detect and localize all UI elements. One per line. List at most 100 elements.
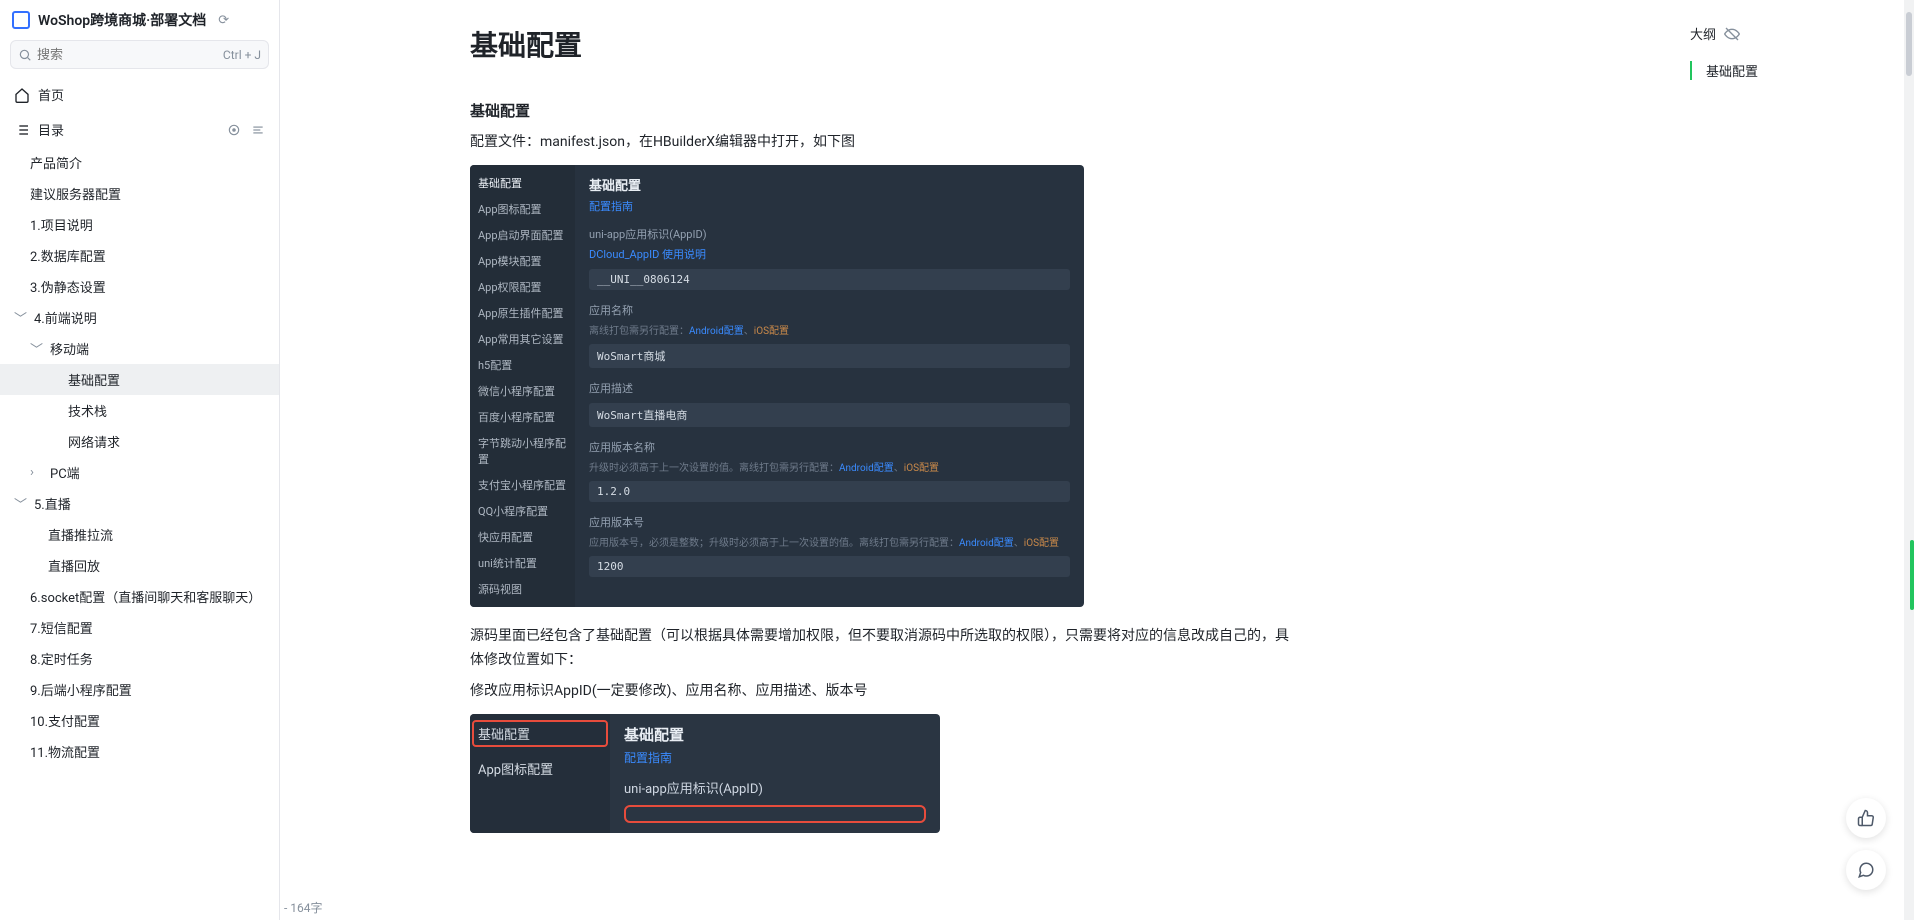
sidebar-item[interactable]: 2.数据库配置	[0, 240, 279, 271]
sidebar-item[interactable]: 10.支付配置	[0, 705, 279, 736]
shot1-left-item: App启动界面配置	[478, 227, 567, 243]
sidebar-item-label: 网络请求	[68, 432, 120, 451]
content-scroll[interactable]: 基础配置 基础配置 配置文件：manifest.json，在HBuilderX编…	[280, 0, 1674, 920]
shot1-appname-value: WoSmart商城	[589, 344, 1070, 368]
sidebar-item-label: 直播回放	[48, 556, 100, 575]
section-heading: 基础配置	[470, 100, 1290, 121]
highlight-box-icon	[624, 805, 926, 823]
sidebar-item-label: 3.伪静态设置	[30, 277, 106, 296]
eye-off-icon[interactable]	[1724, 26, 1740, 42]
toc-icon	[14, 122, 30, 138]
comment-button[interactable]	[1846, 850, 1886, 890]
highlight-box-icon	[472, 720, 608, 747]
doc-title: WoShop跨境商城·部署文档	[38, 10, 206, 30]
manifest-screenshot-2: 基础配置 App图标配置 基础配置 配置指南 uni-app应用标识(AppID…	[470, 714, 940, 833]
word-count: - 164字	[284, 899, 323, 916]
sidebar-item[interactable]: 网络请求	[0, 426, 279, 457]
sidebar-item-label: 8.定时任务	[30, 649, 93, 668]
sidebar-item-label: 9.后端小程序配置	[30, 680, 132, 699]
shot2-left-item: App图标配置	[478, 759, 602, 778]
shot1-appdesc-label: 应用描述	[589, 380, 1070, 396]
shot1-vercode-value: 1200	[589, 556, 1070, 577]
sidebar-item[interactable]: 7.短信配置	[0, 612, 279, 643]
sidebar-item-label: 2.数据库配置	[30, 246, 106, 265]
home-label: 首页	[38, 85, 64, 104]
chevron-down-icon[interactable]: ﹀	[14, 494, 28, 513]
sidebar-item-label: 7.短信配置	[30, 618, 93, 637]
sidebar-item[interactable]: ﹀ 5.直播	[0, 488, 279, 519]
shot1-guide-link: 配置指南	[589, 198, 1070, 214]
expand-all-icon[interactable]	[251, 123, 265, 137]
refresh-icon[interactable]: ⟳	[218, 13, 229, 28]
sidebar-item[interactable]: 技术栈	[0, 395, 279, 426]
sidebar-item-label: 技术栈	[68, 401, 107, 420]
sidebar-item[interactable]: ›PC端	[0, 457, 279, 488]
home-link[interactable]: 首页	[0, 77, 279, 112]
paragraph-3: 修改应用标识AppID(一定要修改)、应用名称、应用描述、版本号	[470, 680, 1290, 704]
sidebar-item[interactable]: 基础配置	[0, 364, 279, 395]
sidebar-item[interactable]: ﹀ 4.前端说明	[0, 302, 279, 333]
toc-header: 目录	[0, 112, 279, 147]
sidebar-item[interactable]: 1.项目说明	[0, 209, 279, 240]
shot1-appid-label: uni-app应用标识(AppID)	[589, 226, 1070, 242]
sidebar-item[interactable]: 6.socket配置（直播间聊天和客服聊天）	[0, 581, 279, 612]
shot1-left-item: h5配置	[478, 357, 567, 373]
toc-label: 目录	[38, 120, 64, 139]
shot1-left-item: App常用其它设置	[478, 331, 567, 347]
sidebar-item-label: 1.项目说明	[30, 215, 93, 234]
sidebar-item-label: 移动端	[50, 339, 89, 358]
shot1-left-item: 字节跳动小程序配置	[478, 435, 567, 467]
shot1-left-item: 基础配置	[478, 175, 567, 191]
shot2-guide-link: 配置指南	[624, 749, 926, 766]
sidebar-item[interactable]: 直播回放	[0, 550, 279, 581]
shot1-appdesc-value: WoSmart直播电商	[589, 403, 1070, 427]
chevron-down-icon[interactable]: ﹀	[30, 339, 44, 358]
sidebar-item[interactable]: 9.后端小程序配置	[0, 674, 279, 705]
outline-panel: 大纲 基础配置	[1674, 0, 1914, 920]
shot1-left-item: 百度小程序配置	[478, 409, 567, 425]
main: 基础配置 基础配置 配置文件：manifest.json，在HBuilderX编…	[280, 0, 1914, 920]
sidebar-item-label: 6.socket配置（直播间聊天和客服聊天）	[30, 587, 261, 606]
sidebar-item[interactable]: 直播推拉流	[0, 519, 279, 550]
scrollbar[interactable]	[1904, 0, 1914, 920]
shot1-left-item: 支付宝小程序配置	[478, 477, 567, 493]
shot1-appname-sub: 离线打包需另行配置：Android配置、iOS配置	[589, 322, 1070, 337]
shot1-left-item: App权限配置	[478, 279, 567, 295]
shot1-vername-label: 应用版本名称	[589, 439, 1070, 455]
search-container: Ctrl + J	[10, 40, 269, 69]
paragraph-2: 源码里面已经包含了基础配置（可以根据具体需要增加权限，但不要取消源码中所选取的权…	[470, 625, 1290, 673]
outline-header: 大纲	[1690, 24, 1898, 43]
sidebar-item-label: 4.前端说明	[34, 308, 97, 327]
sidebar-item-label: 直播推拉流	[48, 525, 113, 544]
shot1-left-item: uni统计配置	[478, 555, 567, 571]
sidebar-item[interactable]: 8.定时任务	[0, 643, 279, 674]
sidebar-item[interactable]: 产品简介	[0, 147, 279, 178]
shot1-vercode-sub: 应用版本号，必须是整数；升级时必须高于上一次设置的值。离线打包需另行配置：And…	[589, 534, 1070, 549]
scrollbar-thumb[interactable]	[1906, 12, 1912, 76]
sidebar-item[interactable]: 3.伪静态设置	[0, 271, 279, 302]
shot1-left-item: App图标配置	[478, 201, 567, 217]
outline-label: 大纲	[1690, 24, 1716, 43]
sidebar-item[interactable]: 建议服务器配置	[0, 178, 279, 209]
search-icon	[18, 48, 32, 62]
like-button[interactable]	[1846, 798, 1886, 838]
outline-item-active[interactable]: 基础配置	[1690, 61, 1898, 80]
shot1-vername-value: 1.2.0	[589, 481, 1070, 502]
shot1-vername-sub: 升级时必须高于上一次设置的值。离线打包需另行配置：Android配置、iOS配置	[589, 459, 1070, 474]
sidebar-item-label: 5.直播	[34, 494, 71, 513]
search-shortcut: Ctrl + J	[223, 48, 261, 62]
shot2-appid-label: uni-app应用标识(AppID)	[624, 778, 926, 797]
shot1-left-item: App原生插件配置	[478, 305, 567, 321]
sidebar-item[interactable]: 11.物流配置	[0, 736, 279, 767]
locate-icon[interactable]	[227, 123, 241, 137]
sidebar-item-label: 11.物流配置	[30, 742, 100, 761]
chevron-down-icon[interactable]: ﹀	[14, 308, 28, 327]
sidebar-item[interactable]: ﹀ 移动端	[0, 333, 279, 364]
page-title: 基础配置	[470, 24, 1290, 64]
chevron-right-icon[interactable]: ›	[30, 465, 44, 480]
shot1-appid-value: __UNI__0806124	[589, 269, 1070, 290]
shot1-vercode-label: 应用版本号	[589, 514, 1070, 530]
manifest-screenshot-1: 基础配置App图标配置App启动界面配置App模块配置App权限配置App原生插…	[470, 165, 1084, 607]
shot2-left-item-highlighted: 基础配置	[478, 724, 602, 743]
paragraph-1: 配置文件：manifest.json，在HBuilderX编辑器中打开，如下图	[470, 131, 1290, 155]
